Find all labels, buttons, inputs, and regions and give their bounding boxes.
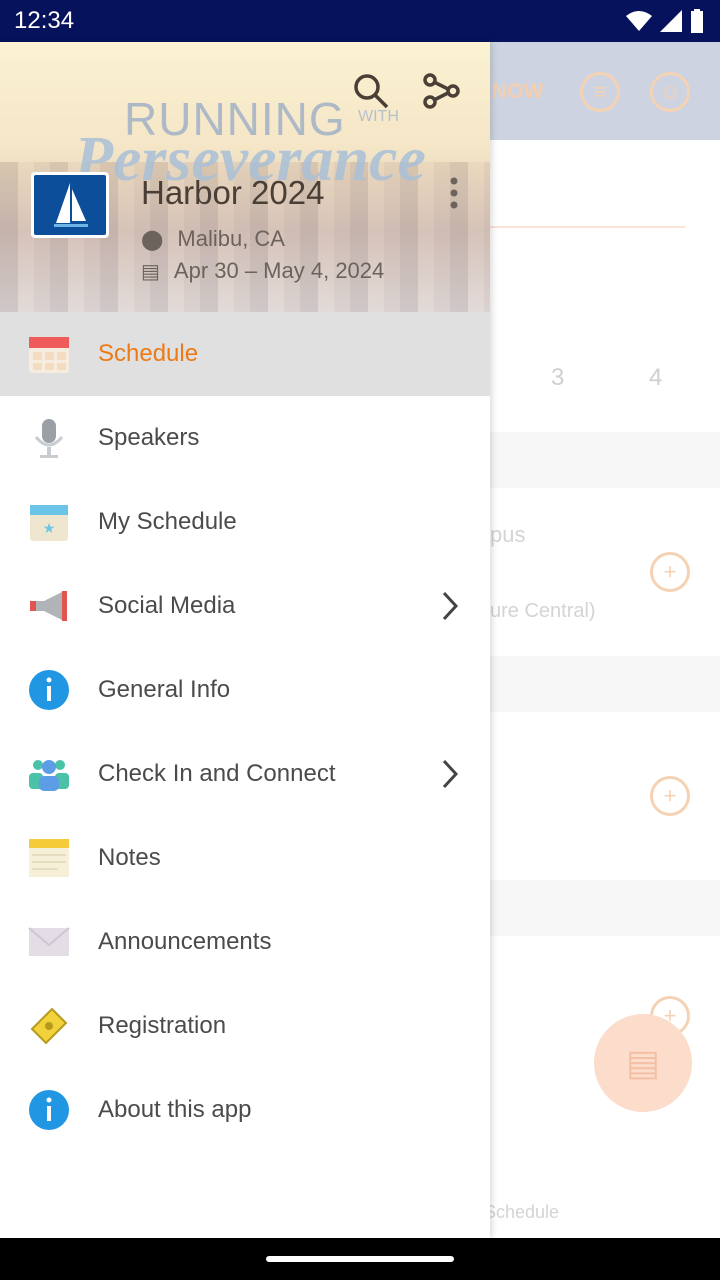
signal-icon bbox=[660, 10, 682, 32]
ghost-session-title: pus bbox=[490, 522, 526, 547]
menu-label: My Schedule bbox=[98, 508, 237, 535]
menu-label: Check In and Connect bbox=[98, 760, 336, 787]
event-location: Malibu, CA bbox=[177, 226, 285, 251]
filter-icon: ≡ bbox=[580, 72, 620, 112]
menu-label: Notes bbox=[98, 844, 161, 871]
chevron-right-icon[interactable] bbox=[440, 758, 460, 790]
navigation-drawer: RUNNING WITH Perseverance Harbor 2024 ⬤ M… bbox=[0, 42, 490, 1238]
more-vert-icon[interactable] bbox=[446, 176, 462, 210]
menu-item-check-in-and-connect[interactable]: Check In and Connect bbox=[0, 732, 490, 816]
menu-label: General Info bbox=[98, 676, 231, 703]
menu-label: Schedule bbox=[98, 340, 199, 367]
battery-icon bbox=[691, 9, 703, 33]
event-title: Harbor 2024 bbox=[141, 174, 325, 211]
calendar-small-icon: ▤ bbox=[141, 260, 160, 283]
menu-item-notes[interactable]: Notes bbox=[0, 816, 490, 900]
menu-label: Announcements bbox=[98, 928, 272, 955]
megaphone-icon bbox=[27, 584, 71, 628]
status-bar: 12:34 bbox=[0, 0, 720, 42]
svg-text:★: ★ bbox=[43, 520, 56, 536]
menu-item-social-media[interactable]: Social Media bbox=[0, 564, 490, 648]
tab-schedule: Schedule bbox=[490, 1202, 560, 1222]
day-4: 4 bbox=[649, 364, 663, 391]
wifi-icon bbox=[626, 11, 652, 31]
drawer-header: RUNNING WITH Perseverance Harbor 2024 ⬤ M… bbox=[0, 42, 490, 312]
event-dates: Apr 30 – May 4, 2024 bbox=[173, 258, 385, 283]
share-icon[interactable] bbox=[422, 72, 460, 110]
now-button: NOW bbox=[492, 80, 544, 103]
drawer-menu: Schedule Speakers ★ My Schedule Social Me… bbox=[0, 312, 490, 1152]
my-schedule-icon: ★ bbox=[27, 500, 71, 544]
menu-label: Speakers bbox=[98, 424, 200, 451]
people-icon bbox=[27, 752, 71, 796]
menu-label: About this app bbox=[98, 1096, 252, 1123]
day-3: 3 bbox=[551, 364, 565, 391]
menu-label: Social Media bbox=[98, 592, 236, 619]
menu-item-about-this-app[interactable]: About this app bbox=[0, 1068, 490, 1152]
event-logo bbox=[31, 172, 109, 238]
ticket-icon bbox=[27, 1004, 71, 1048]
envelope-icon bbox=[27, 920, 71, 964]
add-note-fab: ▤ bbox=[594, 1014, 692, 1112]
menu-item-general-info[interactable]: General Info bbox=[0, 648, 490, 732]
location-pin-icon: ⬤ bbox=[141, 228, 164, 251]
menu-item-registration[interactable]: Registration bbox=[0, 984, 490, 1068]
search-icon[interactable] bbox=[352, 72, 390, 110]
info-icon bbox=[27, 1088, 71, 1132]
status-time: 12:34 bbox=[14, 7, 75, 34]
add-icon: + bbox=[650, 776, 690, 816]
calendar-icon bbox=[27, 332, 71, 376]
menu-item-speakers[interactable]: Speakers bbox=[0, 396, 490, 480]
info-icon bbox=[27, 668, 71, 712]
menu-item-announcements[interactable]: Announcements bbox=[0, 900, 490, 984]
navigation-bar bbox=[0, 1238, 720, 1280]
menu-item-schedule[interactable]: Schedule bbox=[0, 312, 490, 396]
add-icon: + bbox=[650, 552, 690, 592]
menu-item-my-schedule[interactable]: ★ My Schedule bbox=[0, 480, 490, 564]
home-gesture-handle[interactable] bbox=[266, 1256, 454, 1262]
notes-icon bbox=[27, 836, 71, 880]
ghost-session-location: ure Central) bbox=[490, 600, 596, 622]
profile-icon: ☺ bbox=[650, 72, 690, 112]
microphone-icon bbox=[27, 416, 71, 460]
chevron-right-icon[interactable] bbox=[440, 590, 460, 622]
menu-label: Registration bbox=[98, 1012, 227, 1039]
